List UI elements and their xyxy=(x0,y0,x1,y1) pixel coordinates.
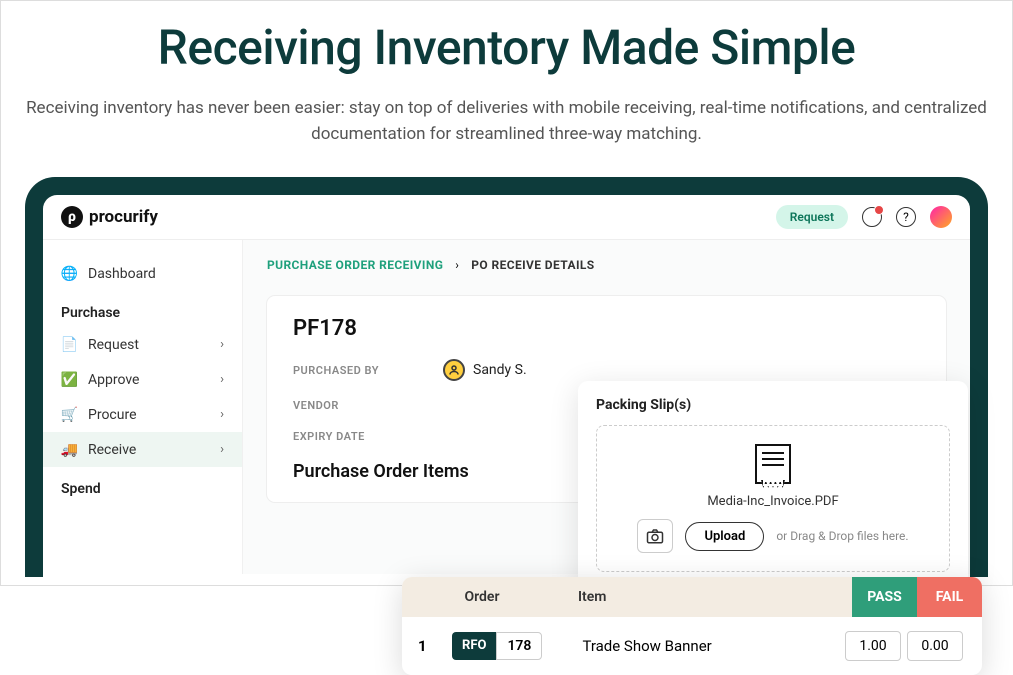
request-icon: 📄 xyxy=(61,336,78,353)
sidebar-item-label: Dashboard xyxy=(88,266,156,282)
field-label-purchased-by: PURCHASED BY xyxy=(293,364,403,377)
col-header-order: Order xyxy=(402,577,562,617)
camera-button[interactable] xyxy=(637,519,673,553)
receipt-icon xyxy=(755,444,791,484)
pass-button[interactable]: PASS xyxy=(852,577,917,617)
notifications-icon[interactable] xyxy=(862,207,882,227)
avatar[interactable] xyxy=(930,206,952,228)
order-items-card: Order Item PASS FAIL 1 RFO 178 Trade Sho… xyxy=(402,577,982,675)
check-icon: ✅ xyxy=(61,371,78,388)
sidebar-item-dashboard[interactable]: 🌐 Dashboard xyxy=(43,256,242,291)
field-label-expiry: EXPIRY DATE xyxy=(293,430,403,443)
sidebar-heading-purchase: Purchase xyxy=(43,291,242,327)
packing-title: Packing Slip(s) xyxy=(596,397,950,413)
breadcrumb: PURCHASE ORDER RECEIVING › PO RECEIVE DE… xyxy=(267,258,946,272)
drag-hint: or Drag & Drop files here. xyxy=(776,529,908,543)
app-logo: ρ procurify xyxy=(61,206,158,228)
chevron-right-icon: › xyxy=(220,372,224,387)
po-id: PF178 xyxy=(293,316,920,341)
col-header-item: Item xyxy=(562,577,852,617)
globe-icon: 🌐 xyxy=(61,265,78,282)
help-icon[interactable]: ? xyxy=(896,207,916,227)
sidebar-item-request[interactable]: 📄 Request › xyxy=(43,327,242,362)
user-avatar-icon xyxy=(443,359,465,381)
chevron-right-icon: › xyxy=(220,337,224,352)
field-label-vendor: VENDOR xyxy=(293,399,403,412)
rfo-number: 178 xyxy=(496,632,542,660)
packing-filename: Media-Inc_Invoice.PDF xyxy=(707,494,838,509)
sidebar-item-procure[interactable]: 🛒 Procure › xyxy=(43,397,242,432)
fail-qty-input[interactable] xyxy=(907,631,963,661)
drop-zone[interactable]: Media-Inc_Invoice.PDF Upload or Drag & D… xyxy=(596,425,950,572)
sidebar-item-label: Receive xyxy=(88,442,136,458)
chevron-right-icon: › xyxy=(455,258,459,272)
pass-qty-input[interactable] xyxy=(845,631,901,661)
item-name: Trade Show Banner xyxy=(542,637,842,655)
rfo-badge: RFO xyxy=(452,632,496,660)
sidebar-item-receive[interactable]: 🚚 Receive › xyxy=(43,432,242,467)
hero-subtitle: Receiving inventory has never been easie… xyxy=(21,96,992,147)
row-index: 1 xyxy=(418,637,438,655)
fail-button[interactable]: FAIL xyxy=(917,577,982,617)
sidebar-item-label: Procure xyxy=(88,407,137,423)
sidebar: 🌐 Dashboard Purchase 📄 Request › ✅ Approve … xyxy=(43,240,243,574)
table-row: 1 RFO 178 Trade Show Banner xyxy=(402,617,982,675)
hero-title: Receiving Inventory Made Simple xyxy=(21,19,992,76)
breadcrumb-link[interactable]: PURCHASE ORDER RECEIVING xyxy=(267,258,443,272)
sidebar-item-label: Approve xyxy=(88,372,139,388)
chevron-right-icon: › xyxy=(220,442,224,457)
breadcrumb-current: PO RECEIVE DETAILS xyxy=(471,258,594,272)
truck-icon: 🚚 xyxy=(61,441,78,458)
sidebar-item-label: Request xyxy=(88,337,139,353)
logo-text: procurify xyxy=(89,207,158,227)
purchased-by-value: Sandy S. xyxy=(473,362,527,378)
sidebar-item-approve[interactable]: ✅ Approve › xyxy=(43,362,242,397)
cart-icon: 🛒 xyxy=(61,406,78,423)
sidebar-heading-spend: Spend xyxy=(43,467,242,503)
request-button[interactable]: Request xyxy=(776,205,848,229)
upload-button[interactable]: Upload xyxy=(685,522,764,551)
camera-icon xyxy=(646,528,664,544)
chevron-right-icon: › xyxy=(220,407,224,422)
packing-slip-card: Packing Slip(s) Media-Inc_Invoice.PDF Up… xyxy=(578,381,968,588)
logo-mark-icon: ρ xyxy=(61,206,83,228)
